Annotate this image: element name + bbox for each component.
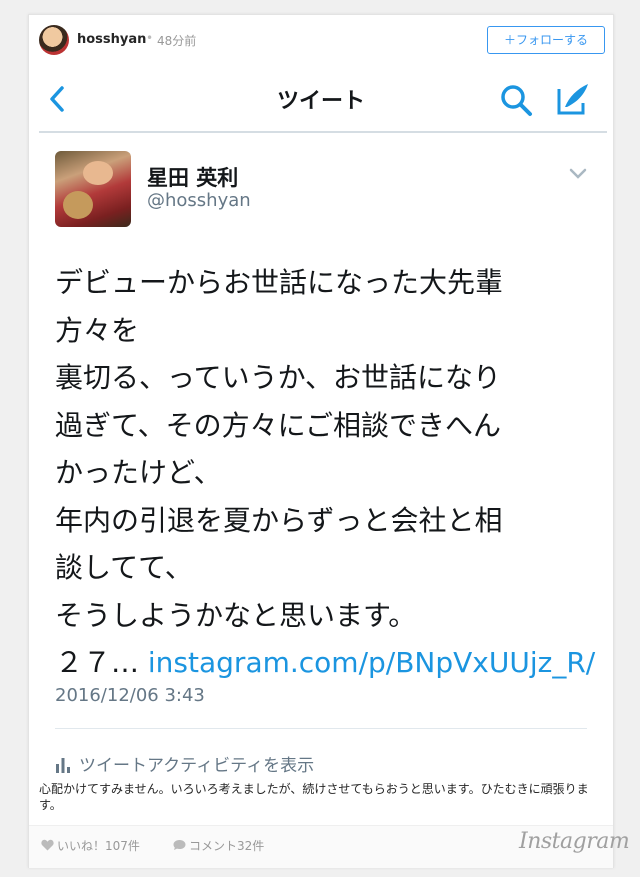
- tweet-line: かったけど、: [55, 456, 222, 489]
- post-caption: 心配かけてすみません。いろいろ考えましたが、続けさせてもらおうと思います。ひたむ…: [39, 782, 589, 812]
- profile-avatar[interactable]: [39, 25, 69, 55]
- tweet-line: 裏切る、っていうか、お世話になり: [55, 361, 502, 394]
- comments-label: コメント32件: [189, 839, 265, 853]
- tweet-line: デビューからお世話になった大先輩: [55, 266, 504, 299]
- nav-divider: [39, 131, 607, 133]
- username-link[interactable]: hosshyan: [77, 32, 146, 47]
- tweet-last-line: ２７… instagram.com/p/BNpVxUUjz_R/: [55, 639, 595, 687]
- tweet-activity: ツイートアクティビティを表示: [55, 751, 314, 776]
- likes-label: いいね！107件: [57, 839, 140, 853]
- tweet-line: 方々を: [55, 313, 140, 347]
- tweet-line: そうしようかなと思います。: [55, 598, 417, 632]
- date-divider: [55, 728, 587, 729]
- tweet-line: 過ぎて、その方々にご相談できへん: [55, 408, 502, 442]
- tweet-author-handle: @hosshyan: [147, 190, 251, 211]
- tweet-author-name: 星田 英利: [147, 166, 239, 190]
- likes-count[interactable]: いいね！107件: [41, 837, 140, 854]
- tweet-date: 2016/12/06 3:43: [55, 685, 205, 706]
- activity-label: ツイートアクティビティを表示: [79, 756, 315, 776]
- post-time[interactable]: 48分前: [157, 32, 196, 49]
- instagram-link: instagram.com/p/BNpVxUUjz_R/: [147, 646, 596, 679]
- activity-bar-icon: [56, 758, 70, 773]
- tweet-author-avatar: [55, 151, 131, 227]
- tweet-line: 年内の引退を夏からずっと会社と相: [55, 503, 503, 537]
- chevron-down-icon: [569, 168, 587, 179]
- comment-icon: [173, 840, 186, 850]
- tweet-line: 談してて、: [55, 551, 193, 584]
- tweet-text: デビューからお世話になった大先輩 方々を 裏切る、っていうか、お世話になり 過ぎ…: [55, 259, 595, 687]
- search-icon: [501, 85, 532, 116]
- instagram-logo[interactable]: Instagram: [519, 829, 630, 854]
- instagram-post-card: hosshyan • 48分前 ＋フォローする ツイート 星田 英利 @hoss…: [28, 14, 630, 868]
- post-header: hosshyan • 48分前 ＋フォローする: [29, 15, 613, 65]
- follow-button[interactable]: ＋フォローする: [487, 26, 605, 54]
- separator-dot: •: [146, 31, 154, 45]
- tweet-line-prefix: ２７…: [55, 646, 148, 679]
- heart-icon: [41, 839, 54, 851]
- compose-icon: [557, 84, 588, 115]
- comments-count[interactable]: コメント32件: [173, 837, 264, 854]
